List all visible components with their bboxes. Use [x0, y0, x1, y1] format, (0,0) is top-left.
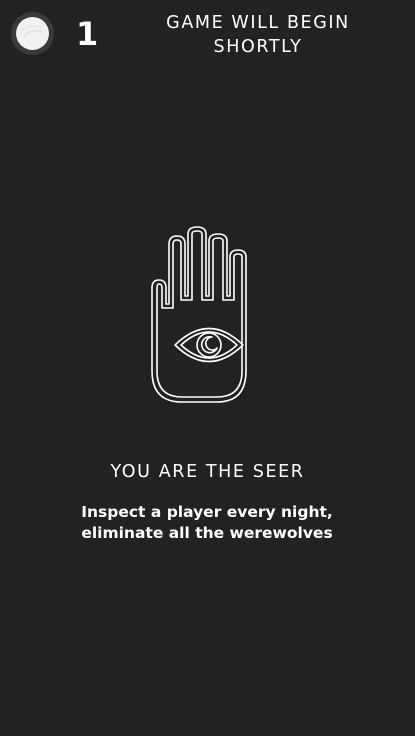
role-description-line-1: Inspect a player every night, — [81, 503, 333, 521]
seer-hand-eye-icon — [147, 226, 267, 406]
top-bar: 1 GAME WILL BEGIN SHORTLY — [0, 0, 415, 66]
role-title: YOU ARE THE SEER — [110, 462, 305, 482]
role-description-line-2: eliminate all the werewolves — [81, 524, 333, 542]
player-avatar-icon — [16, 17, 49, 50]
game-status-line-1: GAME WILL BEGIN — [166, 13, 350, 33]
role-description: Inspect a player every night, eliminate … — [57, 502, 357, 544]
game-status-line-2: SHORTLY — [213, 37, 303, 57]
game-status-message: GAME WILL BEGIN SHORTLY — [150, 11, 366, 59]
player-avatar[interactable] — [11, 12, 54, 55]
player-number: 1 — [76, 15, 99, 53]
